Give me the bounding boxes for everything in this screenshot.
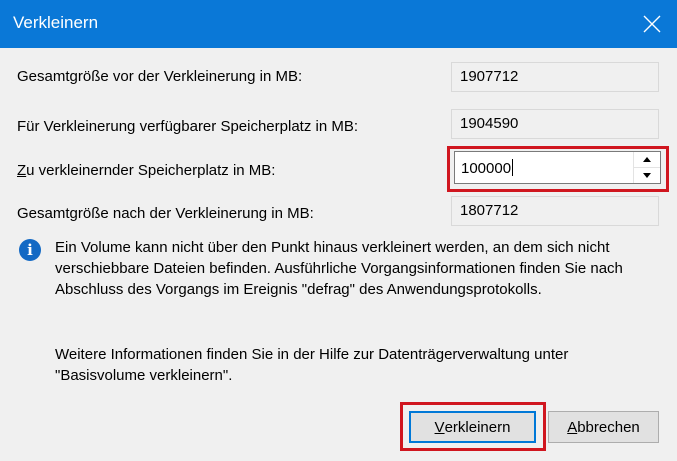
- info-line: Ein Volume kann nicht über den Punkt hin…: [55, 239, 610, 256]
- available-value: 1904590: [451, 109, 659, 139]
- help-line: Weitere Informationen finden Sie in der …: [55, 346, 569, 363]
- info-line: verschiebbare Dateien befinden. Ausführl…: [55, 260, 623, 277]
- shrink-amount-label-accel: Z: [17, 162, 27, 179]
- shrink-button-highlight-frame: [400, 402, 546, 451]
- total-after-label: Gesamtgröße nach der Verkleinerung in MB…: [17, 205, 314, 222]
- close-button[interactable]: [626, 0, 677, 48]
- total-before-value: 1907712: [451, 62, 659, 92]
- close-icon: [643, 15, 660, 33]
- info-icon: i: [19, 239, 41, 261]
- shrink-amount-label: Zu verkleinernder Speicherplatz in MB:: [17, 162, 275, 179]
- info-text: Ein Volume kann nicht über den Punkt hin…: [55, 237, 623, 300]
- help-line: "Basisvolume verkleinern".: [55, 367, 233, 384]
- shrink-amount-label-rest: u verkleinernder Speicherplatz in MB:: [26, 162, 276, 179]
- info-line: Abschluss des Vorgangs im Ereignis "defr…: [55, 281, 542, 298]
- help-text: Weitere Informationen finden Sie in der …: [55, 344, 568, 386]
- total-before-label: Gesamtgröße vor der Verkleinerung in MB:: [17, 68, 303, 85]
- cancel-button[interactable]: Abbrechen: [548, 411, 659, 443]
- total-after-value: 1807712: [451, 196, 659, 226]
- title-bar: Verkleinern: [0, 0, 677, 48]
- available-label: Für Verkleinerung verfügbarer Speicherpl…: [17, 118, 359, 135]
- window-title: Verkleinern: [13, 13, 99, 32]
- cancel-button-label: bbrechen: [577, 418, 640, 436]
- spinbox-highlight-frame: [447, 146, 669, 192]
- cancel-button-accel: A: [567, 418, 578, 436]
